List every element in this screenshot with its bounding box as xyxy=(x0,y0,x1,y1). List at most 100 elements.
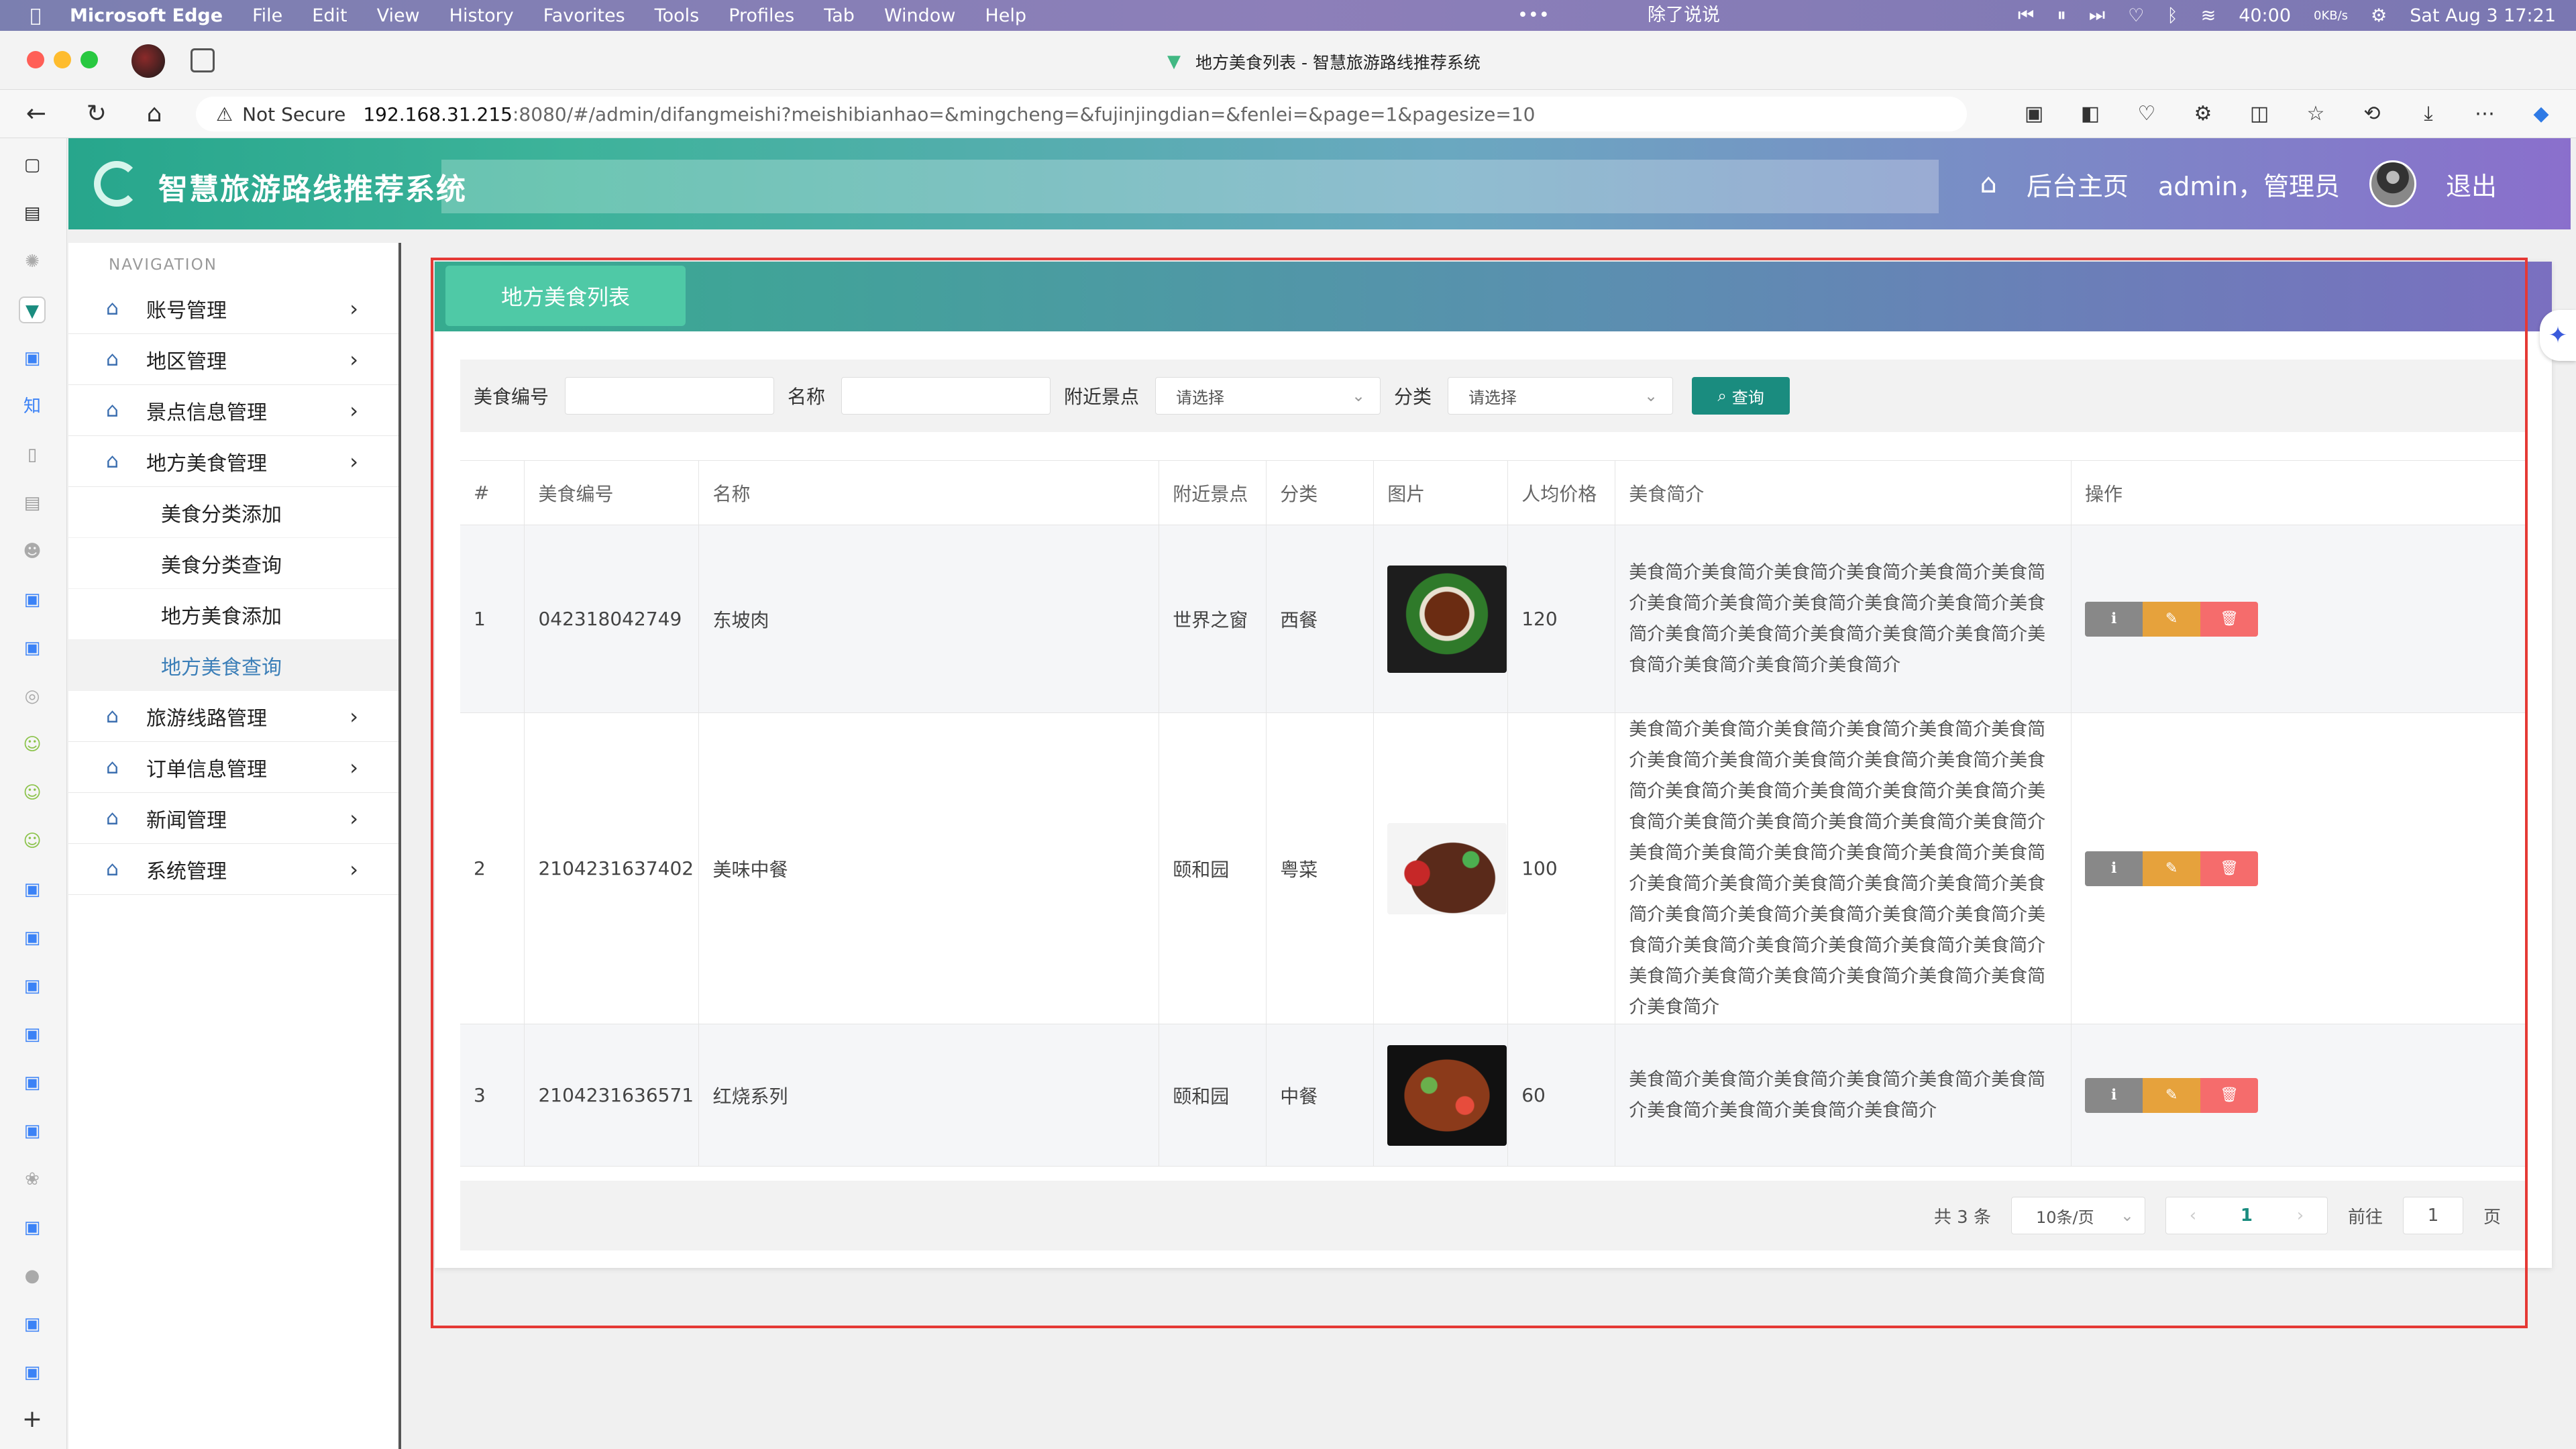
document-icon[interactable]: ▯ xyxy=(19,441,46,468)
sidebar-item-accounts[interactable]: ⌂ 账号管理 › xyxy=(68,283,398,334)
menu-tab[interactable]: Tab xyxy=(824,5,855,26)
menu-file[interactable]: File xyxy=(252,5,282,26)
extension-badge-icon[interactable]: ▣ xyxy=(2019,99,2049,129)
tab-actions-icon[interactable] xyxy=(191,48,215,72)
app-icon[interactable]: ▤ xyxy=(19,200,46,227)
address-toolbar: ← ↻ ⌂ ⚠ Not Secure 192.168.31.215 :8080/… xyxy=(0,90,2576,138)
extension2-icon[interactable]: ♡ xyxy=(2132,99,2161,129)
tab-title: 地方美食列表 - 智慧旅游路线推荐系统 xyxy=(1195,53,1481,72)
history-icon[interactable]: ⟲ xyxy=(2357,99,2387,129)
minimize-window-button[interactable] xyxy=(54,51,71,68)
avatar-app2-icon[interactable]: ☺ xyxy=(19,780,46,806)
profile-avatar[interactable] xyxy=(131,44,165,78)
user-name: admin，管理员 xyxy=(2157,171,2340,201)
docs-icon[interactable]: ▤ xyxy=(19,490,46,517)
not-secure-label[interactable]: Not Secure xyxy=(242,103,345,125)
bilibili4-icon[interactable]: ▣ xyxy=(19,876,46,903)
menu-history[interactable]: History xyxy=(449,5,514,26)
bilibili-icon[interactable]: ▣ xyxy=(19,345,46,372)
bilibili12-icon[interactable]: ▣ xyxy=(19,1359,46,1386)
sidebar-item-orders[interactable]: ⌂ 订单信息管理 › xyxy=(68,742,398,793)
sidebar-item-local-food[interactable]: ⌂ 地方美食管理 › xyxy=(68,436,398,487)
menu-favorites[interactable]: Favorites xyxy=(543,5,625,26)
downloads-icon[interactable]: ⤓ xyxy=(2414,99,2443,129)
home-icon[interactable]: ⌂ xyxy=(141,101,168,127)
sidebar-item-regions[interactable]: ⌂ 地区管理 › xyxy=(68,334,398,385)
bilibili8-icon[interactable]: ▣ xyxy=(19,1069,46,1096)
menu-window[interactable]: Window xyxy=(884,5,955,26)
highlight-frame xyxy=(431,258,2528,1328)
refresh-icon[interactable]: ↻ xyxy=(83,101,110,127)
tabs-icon[interactable]: ▢ xyxy=(19,152,46,178)
sidebar-item-label: 新闻管理 xyxy=(146,808,227,833)
more-dots-icon[interactable]: ••• xyxy=(1517,0,1550,31)
sidebar-sub-query-food[interactable]: 地方美食查询 xyxy=(68,640,398,691)
header-search-bar[interactable] xyxy=(441,160,1939,213)
globe-icon[interactable]: ◎ xyxy=(19,683,46,710)
sidebar-item-attractions[interactable]: ⌂ 景点信息管理 › xyxy=(68,385,398,436)
media-prev-icon[interactable]: ⏮ xyxy=(2018,5,2034,26)
chevron-right-icon: › xyxy=(350,448,358,474)
sidebar-item-system[interactable]: ⌂ 系统管理 › xyxy=(68,844,398,895)
active-tab[interactable]: ▼ 地方美食列表 - 智慧旅游路线推荐系统 xyxy=(1167,50,1481,74)
bilibili2-icon[interactable]: ▣ xyxy=(19,586,46,613)
sidebar-item-routes[interactable]: ⌂ 旅游线路管理 › xyxy=(68,691,398,742)
vue-tab-icon[interactable]: ▼ xyxy=(19,297,46,323)
admin-home-link[interactable]: 后台主页 xyxy=(2027,166,2129,203)
bluetooth-icon[interactable]: ᛒ xyxy=(2167,5,2178,26)
settings-icon[interactable]: ✺ xyxy=(19,248,46,275)
media-pause-icon[interactable]: ⏸ xyxy=(2057,5,2066,26)
split-screen-icon[interactable]: ◫ xyxy=(2245,99,2274,129)
bilibili3-icon[interactable]: ▣ xyxy=(19,635,46,661)
avatar-app3-icon[interactable]: ☺ xyxy=(19,828,46,855)
bilibili10-icon[interactable]: ▣ xyxy=(19,1214,46,1241)
extension-icon[interactable]: ◧ xyxy=(2076,99,2105,129)
menu-profiles[interactable]: Profiles xyxy=(729,5,794,26)
bilibili11-icon[interactable]: ▣ xyxy=(19,1311,46,1338)
menu-view[interactable]: View xyxy=(377,5,420,26)
maximize-window-button[interactable] xyxy=(80,51,98,68)
sidebar-sub-add-category[interactable]: 美食分类添加 xyxy=(68,487,398,538)
menu-app-name[interactable]: Microsoft Edge xyxy=(70,5,223,26)
bilibili6-icon[interactable]: ▣ xyxy=(19,973,46,1000)
chevron-right-icon: › xyxy=(350,397,358,423)
home-icon[interactable]: ⌂ xyxy=(1980,168,1997,199)
app-logo-icon[interactable]: ❀ xyxy=(19,1166,46,1193)
control-center-icon[interactable]: ⚙ xyxy=(2371,5,2387,26)
sidebar-item-label: 账号管理 xyxy=(146,299,227,323)
copilot-icon[interactable]: ◆ xyxy=(2526,99,2556,129)
sparkle-icon[interactable]: ✦ xyxy=(2540,310,2576,361)
home-icon: ⌂ xyxy=(106,449,119,473)
heart-icon[interactable]: ♡ xyxy=(2128,5,2144,26)
add-icon[interactable]: + xyxy=(19,1406,46,1433)
battery-timer[interactable]: 40:00 xyxy=(2239,5,2291,26)
home-icon: ⌂ xyxy=(106,704,119,728)
favorites-icon[interactable]: ☆ xyxy=(2301,99,2330,129)
sidebar-item-news[interactable]: ⌂ 新闻管理 › xyxy=(68,793,398,844)
menu-edit[interactable]: Edit xyxy=(312,5,347,26)
logout-link[interactable]: 退出 xyxy=(2446,166,2497,203)
avatar-app-icon[interactable]: ☺ xyxy=(19,731,46,758)
bilibili7-icon[interactable]: ▣ xyxy=(19,1021,46,1048)
zhihu-icon[interactable]: 知 xyxy=(19,393,46,420)
android-icon[interactable]: ☻ xyxy=(19,538,46,565)
avatar[interactable] xyxy=(2369,160,2416,207)
menu-help[interactable]: Help xyxy=(985,5,1026,26)
close-window-button[interactable] xyxy=(27,51,44,68)
back-icon[interactable]: ← xyxy=(23,101,50,127)
vue-logo-icon: ▼ xyxy=(1167,52,1181,72)
menu-tools[interactable]: Tools xyxy=(655,5,700,26)
bilibili5-icon[interactable]: ▣ xyxy=(19,924,46,951)
apple-icon[interactable]: ● xyxy=(19,1263,46,1289)
bilibili9-icon[interactable]: ▣ xyxy=(19,1118,46,1144)
more-icon[interactable]: ⋯ xyxy=(2470,99,2500,129)
wifi-icon[interactable]: ≋ xyxy=(2201,5,2216,26)
apple-menu-icon[interactable]:  xyxy=(24,5,47,26)
media-next-icon[interactable]: ⏭ xyxy=(2089,5,2105,26)
extensions-icon[interactable]: ⚙ xyxy=(2188,99,2218,129)
sidebar-sub-add-food[interactable]: 地方美食添加 xyxy=(68,589,398,640)
sidebar-item-label: 景点信息管理 xyxy=(146,400,267,425)
sidebar-sub-query-category[interactable]: 美食分类查询 xyxy=(68,538,398,589)
address-input[interactable]: ⚠ Not Secure 192.168.31.215 :8080/#/admi… xyxy=(196,97,1967,131)
menubar-clock[interactable]: Sat Aug 3 17:21 xyxy=(2410,5,2556,26)
